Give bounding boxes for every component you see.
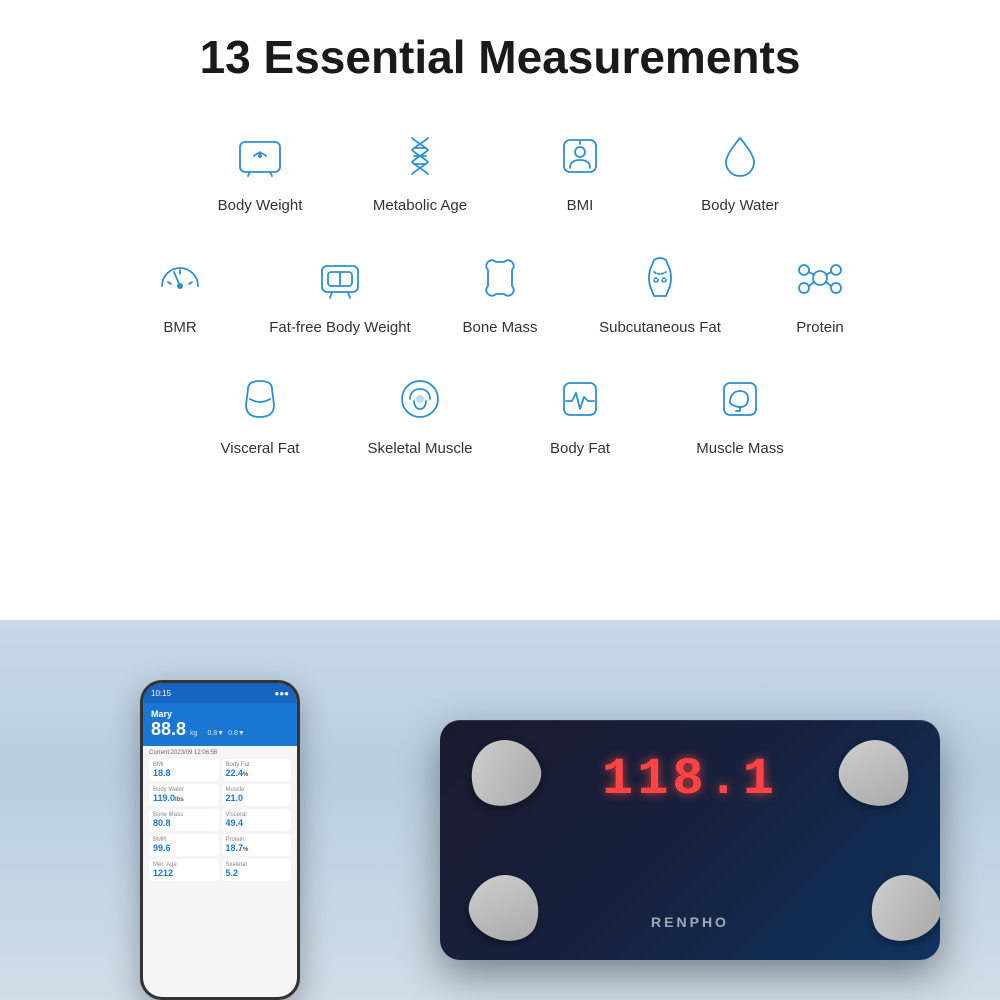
measurement-item-bmi: BMI [500, 114, 660, 226]
phone-body: Current:2023/09 12:06:56 BMI 18.8 Body F… [143, 746, 297, 997]
scale-display: 118.1 [602, 750, 778, 809]
phone-stat-body-fat-pct: Body Fat 22.4% [222, 759, 292, 781]
metabolic-age-label: Metabolic Age [373, 196, 467, 216]
measurement-item-bone-mass: Bone Mass [420, 236, 580, 348]
bone-icon [468, 246, 532, 310]
phone-mockup: 10:15 ●●● Mary 88.8 kg 0.8▼ 0.8▼ Current… [140, 680, 300, 1000]
bottom-section: 10:15 ●●● Mary 88.8 kg 0.8▼ 0.8▼ Current… [0, 620, 1000, 1000]
phone-status-bar: 10:15 ●●● [143, 683, 297, 703]
phone-date: Current:2023/09 12:06:56 [149, 750, 291, 756]
belly-icon [228, 367, 292, 431]
phone-stat-skeletal: Skeletal 5.2 [222, 859, 292, 881]
phone-stats-row-3: Bone Mass 80.8 Visceral 49.4 [149, 809, 291, 831]
dna-icon [388, 124, 452, 188]
bone-mass-label: Bone Mass [462, 318, 537, 338]
phone-stat-bmr2: BMR 99.6 [149, 834, 219, 856]
measurement-row-1: Body Weight Metabolic Age [40, 114, 960, 226]
measurements-grid: Body Weight Metabolic Age [40, 114, 960, 469]
measurement-row-2: BMR Fat-free Body Weight [40, 236, 960, 348]
phone-unit: kg [190, 730, 197, 737]
body-weight-label: Body Weight [218, 196, 303, 216]
phone-time: 10:15 [151, 689, 171, 698]
measurement-item-body-water: Body Water [660, 114, 820, 226]
protein-label: Protein [796, 318, 844, 338]
phone-stats-row-2: Body Water 119.0lbs Muscle 21.0 [149, 784, 291, 806]
measurement-item-body-weight: Body Weight [180, 114, 340, 226]
phone-stat-visceral: Visceral 49.4 [222, 809, 292, 831]
page-title: 13 Essential Measurements [40, 30, 960, 84]
phone-stat-metabolic: Met. Age 1212 [149, 859, 219, 881]
measurement-item-visceral-fat: Visceral Fat [180, 357, 340, 469]
heartbeat-icon [548, 367, 612, 431]
scale-pad-top-right [831, 730, 919, 815]
phone-stats-row-1: BMI 18.8 Body Fat 22.4% [149, 759, 291, 781]
scale-icon [228, 124, 292, 188]
top-section: 13 Essential Measurements Body Weight [0, 0, 1000, 620]
measurement-item-body-fat: Body Fat [500, 357, 660, 469]
measurement-row-3: Visceral Fat Skeletal Muscle [40, 357, 960, 469]
drop-icon [708, 124, 772, 188]
phone-user: Mary [151, 709, 289, 719]
measurement-item-fat-free: Fat-free Body Weight [260, 236, 420, 348]
phone-tag1: 0.8▼ [207, 730, 224, 737]
scale-inner: 118.1 RENPHO [440, 720, 940, 960]
phone-stat-muscle: Muscle 21.0 [222, 784, 292, 806]
muscle-mass-label: Muscle Mass [696, 439, 784, 459]
measurement-item-subcutaneous-fat: Subcutaneous Fat [580, 236, 740, 348]
measurement-item-skeletal-muscle: Skeletal Muscle [340, 357, 500, 469]
scale-mockup: 118.1 RENPHO [440, 720, 940, 960]
body-water-label: Body Water [701, 196, 779, 216]
bmi-icon [548, 124, 612, 188]
muscle-circle-icon [388, 367, 452, 431]
arm-icon [708, 367, 772, 431]
phone-header: Mary 88.8 kg 0.8▼ 0.8▼ [143, 703, 297, 746]
fat-free-label: Fat-free Body Weight [269, 318, 410, 338]
bmi-label: BMI [567, 196, 594, 216]
phone-stat-protein2: Protein 18.7% [222, 834, 292, 856]
phone-screen: 10:15 ●●● Mary 88.8 kg 0.8▼ 0.8▼ Current… [143, 683, 297, 997]
measurement-item-protein: Protein [740, 236, 900, 348]
skeletal-muscle-label: Skeletal Muscle [367, 439, 472, 459]
phone-stats-row-5: Met. Age 1212 Skeletal 5.2 [149, 859, 291, 881]
phone-stat-bone: Bone Mass 80.8 [149, 809, 219, 831]
body-fat-label: Body Fat [550, 439, 610, 459]
measurement-item-metabolic-age: Metabolic Age [340, 114, 500, 226]
bmr-label: BMR [163, 318, 196, 338]
phone-stat-bmi: BMI 18.8 [149, 759, 219, 781]
measurement-item-muscle-mass: Muscle Mass [660, 357, 820, 469]
torso-icon [628, 246, 692, 310]
phone-weight: 88.8 [151, 719, 186, 740]
molecule-icon [788, 246, 852, 310]
scale2-icon [308, 246, 372, 310]
gauge-icon [148, 246, 212, 310]
subcutaneous-fat-label: Subcutaneous Fat [599, 318, 721, 338]
scale-pad-bottom-left [461, 865, 549, 950]
phone-stats-row-4: BMR 99.6 Protein 18.7% [149, 834, 291, 856]
scale-pad-bottom-right [861, 865, 940, 950]
measurement-item-bmr: BMR [100, 236, 260, 348]
phone-tag2: 0.8▼ [228, 730, 245, 737]
visceral-fat-label: Visceral Fat [221, 439, 300, 459]
phone-stat-body-water2: Body Water 119.0lbs [149, 784, 219, 806]
scale-pad-top-left [461, 730, 549, 815]
scale-brand: RENPHO [651, 914, 729, 930]
